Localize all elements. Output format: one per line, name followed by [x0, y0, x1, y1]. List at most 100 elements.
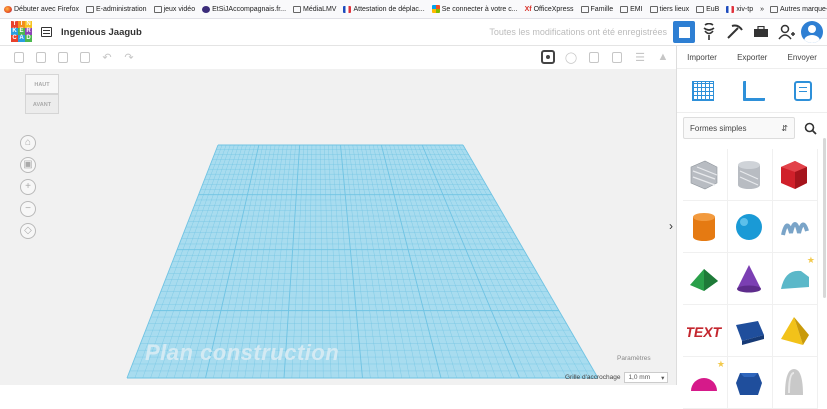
polygon-shape[interactable] — [728, 357, 773, 409]
bookmark-item[interactable]: Xf OfficeXpress — [525, 6, 574, 13]
paraboloid-shape[interactable] — [773, 357, 818, 409]
box-hole-shape-icon — [690, 160, 718, 189]
bookmark-label: Famille — [590, 5, 614, 13]
fit-icon: ▣ — [23, 159, 33, 170]
shape-category-select[interactable]: Formes simples ⇵ — [683, 117, 795, 139]
fit-view-button[interactable]: ▣ — [20, 157, 36, 173]
workplane-icon[interactable] — [691, 80, 714, 101]
bookmark-item[interactable]: EuB — [696, 5, 720, 13]
project-title[interactable]: Ingenious Jaagub — [61, 27, 142, 38]
view-cube[interactable]: HAUT AVANT — [25, 74, 59, 116]
box-hole-shape[interactable] — [683, 149, 728, 201]
bookmark-label: EuB — [706, 5, 720, 13]
snap-grid-label: Grille d'accrochage — [565, 374, 621, 381]
align-button[interactable]: ☰ — [633, 50, 647, 64]
flag-icon — [726, 5, 735, 13]
pyramid-shape-icon — [781, 316, 809, 345]
group-button[interactable] — [587, 50, 601, 64]
app-header: TINKERCAD Ingenious Jaagub Toutes les mo… — [0, 19, 827, 46]
bookmark-item[interactable]: EtSiJAccompagnais.fr... — [202, 5, 286, 13]
zoom-in-button[interactable]: + — [20, 179, 36, 195]
redo-button[interactable]: ↷ — [122, 51, 136, 65]
folder-icon — [580, 5, 589, 13]
user-avatar[interactable] — [801, 21, 823, 43]
bookmark-item[interactable]: xiv-tp — [726, 5, 753, 13]
bookmark-item[interactable]: MédiaLMV — [293, 5, 336, 13]
roof-shape[interactable] — [683, 253, 728, 305]
cylinder-hole-shape[interactable] — [728, 149, 773, 201]
box-shape[interactable] — [773, 149, 818, 201]
workplane-grid[interactable] — [0, 69, 676, 385]
bookmark-item[interactable]: Se connecter à votre c... — [431, 5, 518, 13]
bookmark-item[interactable]: EMI — [620, 5, 643, 13]
ruler-icon[interactable] — [742, 80, 765, 101]
show-all-icon[interactable] — [541, 50, 555, 64]
scribble-shape[interactable] — [773, 201, 818, 253]
workplane-canvas[interactable]: HAUT AVANT ⌂ ▣ + − ◇ Plan construction P… — [0, 69, 676, 385]
design-list-icon[interactable] — [41, 27, 52, 37]
home-view-button[interactable]: ⌂ — [20, 135, 36, 151]
ungroup-button[interactable] — [610, 50, 624, 64]
minus-icon: − — [25, 203, 31, 214]
settings-link[interactable]: Paramètres — [617, 355, 651, 362]
add-user-button[interactable] — [775, 21, 799, 43]
export-button[interactable]: Exporter — [737, 53, 767, 62]
panel-scrollbar[interactable] — [823, 138, 826, 298]
pickaxe-icon — [727, 24, 743, 39]
prism-shape[interactable] — [728, 305, 773, 357]
search-button[interactable] — [799, 117, 821, 139]
bookmark-item[interactable]: Débuter avec Firefox — [4, 5, 79, 13]
cone-shape[interactable] — [728, 253, 773, 305]
3d-view-button[interactable] — [673, 21, 695, 43]
collapse-panel-button[interactable]: › — [669, 219, 673, 233]
mirror-button[interactable]: ▲ — [656, 50, 670, 64]
cone-shape-icon — [737, 264, 761, 292]
snap-grid-select[interactable]: 1,0 mm ▾ — [624, 372, 669, 383]
panel-tabs: Importer Exporter Envoyer — [677, 46, 827, 69]
copy-button[interactable] — [12, 51, 26, 65]
bricks-button[interactable] — [697, 21, 721, 43]
duplicate-button[interactable] — [56, 51, 70, 65]
bookmark-item[interactable]: jeux vidéo — [153, 5, 195, 13]
other-bookmarks[interactable]: Autres marque-pages — [770, 5, 827, 13]
bookmark-item[interactable]: E-administration — [85, 5, 147, 13]
cylinder-shape[interactable] — [683, 201, 728, 253]
folder-icon — [649, 5, 658, 13]
half-sphere-shape[interactable]: ★ — [683, 357, 728, 409]
lessons-button[interactable] — [749, 21, 773, 43]
sim-lab-button[interactable] — [723, 21, 747, 43]
shape-category-row: Formes simples ⇵ — [677, 113, 827, 143]
sphere-shape[interactable] — [728, 201, 773, 253]
text-shape[interactable]: TEXT — [683, 305, 728, 357]
bookmark-item[interactable]: Attestation de déplac... — [343, 5, 425, 13]
shapes-panel: Importer Exporter Envoyer Formes simples… — [676, 46, 827, 409]
navigation-controls: ⌂ ▣ + − ◇ — [20, 135, 36, 239]
note-button[interactable]: ◯ — [564, 50, 578, 64]
bookmark-label: Se connecter à votre c... — [441, 5, 518, 13]
bookmark-item[interactable]: tiers lieux — [649, 5, 689, 13]
bricks-icon — [703, 23, 715, 40]
overflow-button[interactable]: » — [760, 6, 764, 13]
star-icon: ★ — [716, 359, 725, 369]
view-cube-top[interactable]: HAUT — [25, 74, 59, 94]
notes-icon[interactable] — [794, 80, 813, 101]
zoom-out-button[interactable]: − — [20, 201, 36, 217]
bulb-icon: ◯ — [564, 51, 578, 64]
import-button[interactable]: Importer — [687, 53, 717, 62]
group-icon — [589, 51, 599, 63]
pyramid-shape[interactable] — [773, 305, 818, 357]
perspective-button[interactable]: ◇ — [20, 223, 36, 239]
logo-letter: C — [11, 35, 18, 42]
bookmark-item[interactable]: Famille — [580, 5, 614, 13]
view-cube-front[interactable]: AVANT — [25, 94, 59, 114]
undo-button[interactable]: ↶ — [100, 51, 114, 65]
tinkercad-logo[interactable]: TINKERCAD — [11, 21, 33, 43]
ungroup-icon — [612, 51, 622, 63]
send-button[interactable]: Envoyer — [788, 53, 817, 62]
paste-button[interactable] — [34, 51, 48, 65]
windows-icon — [431, 5, 440, 13]
cylinder-hole-shape-icon — [738, 160, 760, 189]
round-roof-shape[interactable]: ★ — [773, 253, 818, 305]
folder-icon — [770, 5, 778, 13]
delete-button[interactable] — [78, 51, 92, 65]
